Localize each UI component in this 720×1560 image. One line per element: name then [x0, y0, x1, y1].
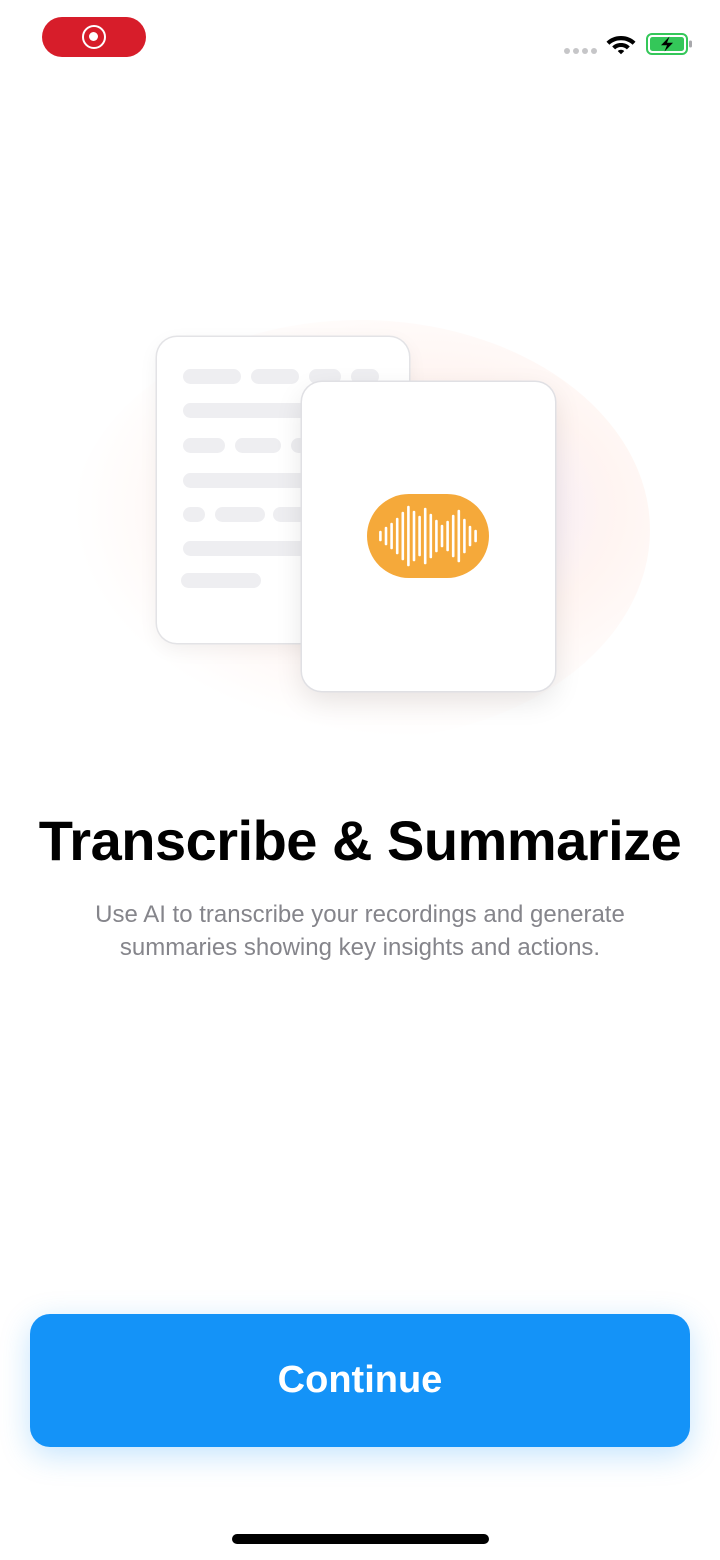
onboarding-illustration: [0, 300, 720, 740]
wifi-icon: [606, 36, 636, 55]
screen-recording-indicator[interactable]: [42, 17, 146, 57]
audio-card: [302, 382, 555, 691]
home-indicator[interactable]: [232, 1534, 489, 1544]
cellular-signal-icon: [564, 48, 597, 54]
battery-charging-icon: [646, 33, 692, 55]
page-title: Transcribe & Summarize: [38, 809, 682, 872]
page-subtitle: Use AI to transcribe your recordings and…: [95, 901, 625, 961]
audio-waveform-icon: [367, 494, 489, 578]
continue-button[interactable]: Continue: [30, 1314, 690, 1447]
screen-recording-icon: [82, 25, 106, 49]
status-bar: [0, 0, 720, 80]
